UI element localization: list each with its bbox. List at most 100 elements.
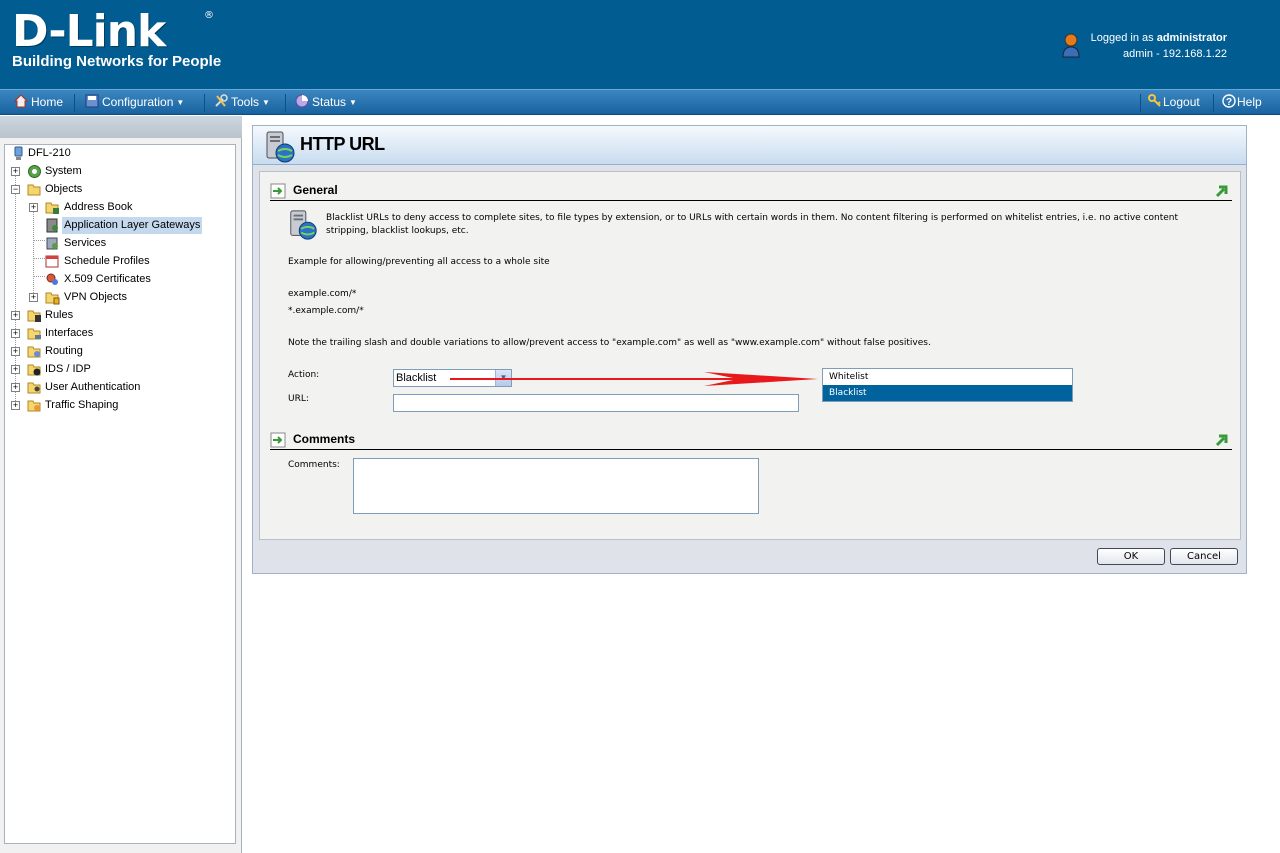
tree-item-label: IDS / IDP: [45, 363, 91, 375]
dropdown-option-whitelist[interactable]: Whitelist: [823, 369, 1072, 385]
header: D-Link ® Building Networks for People Lo…: [0, 0, 1280, 89]
navigation-tree: DFL-210 + System − Objects + Address Boo…: [4, 144, 236, 844]
example-heading: Example for allowing/preventing all acce…: [288, 257, 550, 267]
menu-home-label: Home: [31, 95, 64, 109]
note-text: Note the trailing slash and double varia…: [288, 338, 931, 348]
description-line-2: stripping, blacklist lookups, etc.: [326, 226, 469, 236]
dropdown-option-blacklist[interactable]: Blacklist: [823, 385, 1072, 401]
expand-icon[interactable]: +: [11, 347, 20, 356]
main-panel: HTTP URL General Blacklist URLs to deny …: [252, 125, 1247, 574]
help-icon: ?: [1222, 94, 1236, 108]
menu-separator: [1213, 94, 1214, 112]
tree-connector: [33, 276, 45, 277]
section-arrow-icon: [270, 183, 286, 199]
expand-icon[interactable]: +: [11, 383, 20, 392]
action-select[interactable]: Blacklist ▼: [393, 369, 512, 387]
menu-tools[interactable]: Tools ▼: [214, 93, 270, 112]
gateway-icon: [46, 218, 58, 233]
general-section-title: General: [293, 183, 338, 197]
navigation-panel: DFL-210 + System − Objects + Address Boo…: [0, 116, 242, 853]
chevron-down-icon: ▼: [349, 98, 357, 107]
certificate-icon: [46, 273, 58, 285]
svg-text:?: ?: [1226, 97, 1232, 108]
ok-button[interactable]: OK: [1097, 548, 1165, 565]
url-input[interactable]: [393, 394, 799, 412]
menu-separator: [1140, 94, 1141, 112]
collapse-section-icon[interactable]: [1214, 432, 1230, 448]
expand-icon[interactable]: +: [11, 167, 20, 176]
description-line-1: Blacklist URLs to deny access to complet…: [326, 213, 1179, 223]
menu-separator: [285, 94, 286, 112]
cancel-button[interactable]: Cancel: [1170, 548, 1238, 565]
logo-main-text: D-Link: [12, 6, 166, 57]
tree-item-label: Routing: [45, 345, 83, 357]
collapse-section-icon[interactable]: [1214, 183, 1230, 199]
collapse-tree-icon[interactable]: −: [11, 185, 20, 194]
tree-item-label: DFL-210: [28, 147, 71, 159]
expand-icon[interactable]: +: [11, 311, 20, 320]
tree-item-label: VPN Objects: [64, 291, 127, 303]
chevron-down-icon: ▼: [176, 98, 185, 107]
save-disk-icon: [85, 94, 99, 108]
comments-textarea[interactable]: [353, 458, 759, 514]
menu-separator: [204, 94, 205, 112]
menu-configuration[interactable]: Configuration ▼: [85, 93, 184, 112]
rules-folder-icon: [27, 310, 41, 322]
traffic-shaping-folder-icon: [27, 400, 41, 412]
menu-tools-label: Tools: [231, 95, 260, 109]
tree-item-label: Objects: [45, 183, 83, 195]
login-prefix: Logged in as: [1090, 32, 1157, 44]
menu-bar: Home Configuration ▼ Tools ▼ Status ▼ Logou…: [0, 89, 1280, 115]
tree-connector: [33, 258, 45, 259]
http-server-globe-icon: [290, 210, 317, 240]
action-selected-value: Blacklist: [396, 372, 437, 384]
comments-section-header: Comments: [270, 430, 1232, 450]
action-label: Action:: [288, 370, 320, 380]
url-label: URL:: [288, 394, 309, 404]
page-title: HTTP URL: [300, 134, 385, 154]
home-icon: [14, 94, 28, 108]
comments-label: Comments:: [288, 460, 340, 470]
user-icon: [1062, 33, 1080, 58]
menu-configuration-label: Configuration: [102, 95, 174, 109]
menu-help[interactable]: ? Help: [1222, 93, 1262, 112]
tree-item-label: Schedule Profiles: [64, 255, 150, 267]
expand-icon[interactable]: +: [11, 401, 20, 410]
menu-status-label: Status: [312, 95, 347, 109]
tree-item-label: System: [45, 165, 82, 177]
menu-status[interactable]: Status ▼: [295, 93, 357, 112]
vpn-folder-icon: [45, 292, 60, 305]
menu-logout[interactable]: Logout: [1148, 93, 1200, 112]
logo-registered-mark: ®: [204, 10, 214, 21]
ids-folder-icon: [27, 364, 41, 376]
example-url-1: example.com/*: [288, 289, 357, 299]
tree-connector: [33, 205, 34, 295]
tree-item-label: Traffic Shaping: [45, 399, 119, 411]
chevron-down-icon: ▼: [262, 98, 270, 107]
menu-separator: [74, 94, 75, 112]
tree-item-label: Address Book: [64, 201, 133, 213]
expand-icon[interactable]: +: [29, 203, 38, 212]
user-auth-folder-icon: [27, 382, 41, 394]
example-url-2: *.example.com/*: [288, 306, 364, 316]
menu-logout-label: Logout: [1163, 95, 1200, 109]
dropdown-arrow-icon[interactable]: ▼: [495, 370, 511, 386]
tree-item-label: Services: [64, 237, 107, 249]
navigation-panel-header: [0, 116, 242, 138]
gear-icon: [28, 165, 41, 178]
key-icon: [1148, 94, 1161, 107]
expand-icon[interactable]: +: [11, 365, 20, 374]
tree-item-label: Interfaces: [45, 327, 94, 339]
routing-folder-icon: [27, 346, 41, 358]
login-detail: admin - 192.168.1.22: [1123, 48, 1227, 60]
dlink-logo: D-Link ® Building Networks for People: [12, 8, 221, 70]
expand-icon[interactable]: +: [11, 329, 20, 338]
tree-item-label: Application Layer Gateways: [62, 217, 203, 234]
expand-icon[interactable]: +: [29, 293, 38, 302]
comments-section-title: Comments: [293, 432, 356, 446]
menu-home[interactable]: Home: [14, 93, 63, 112]
tree-item-label: X.509 Certificates: [64, 273, 151, 285]
open-folder-icon: [27, 184, 41, 196]
tools-icon: [215, 94, 228, 107]
login-info: Logged in as administrator admin - 192.1…: [1091, 30, 1227, 62]
